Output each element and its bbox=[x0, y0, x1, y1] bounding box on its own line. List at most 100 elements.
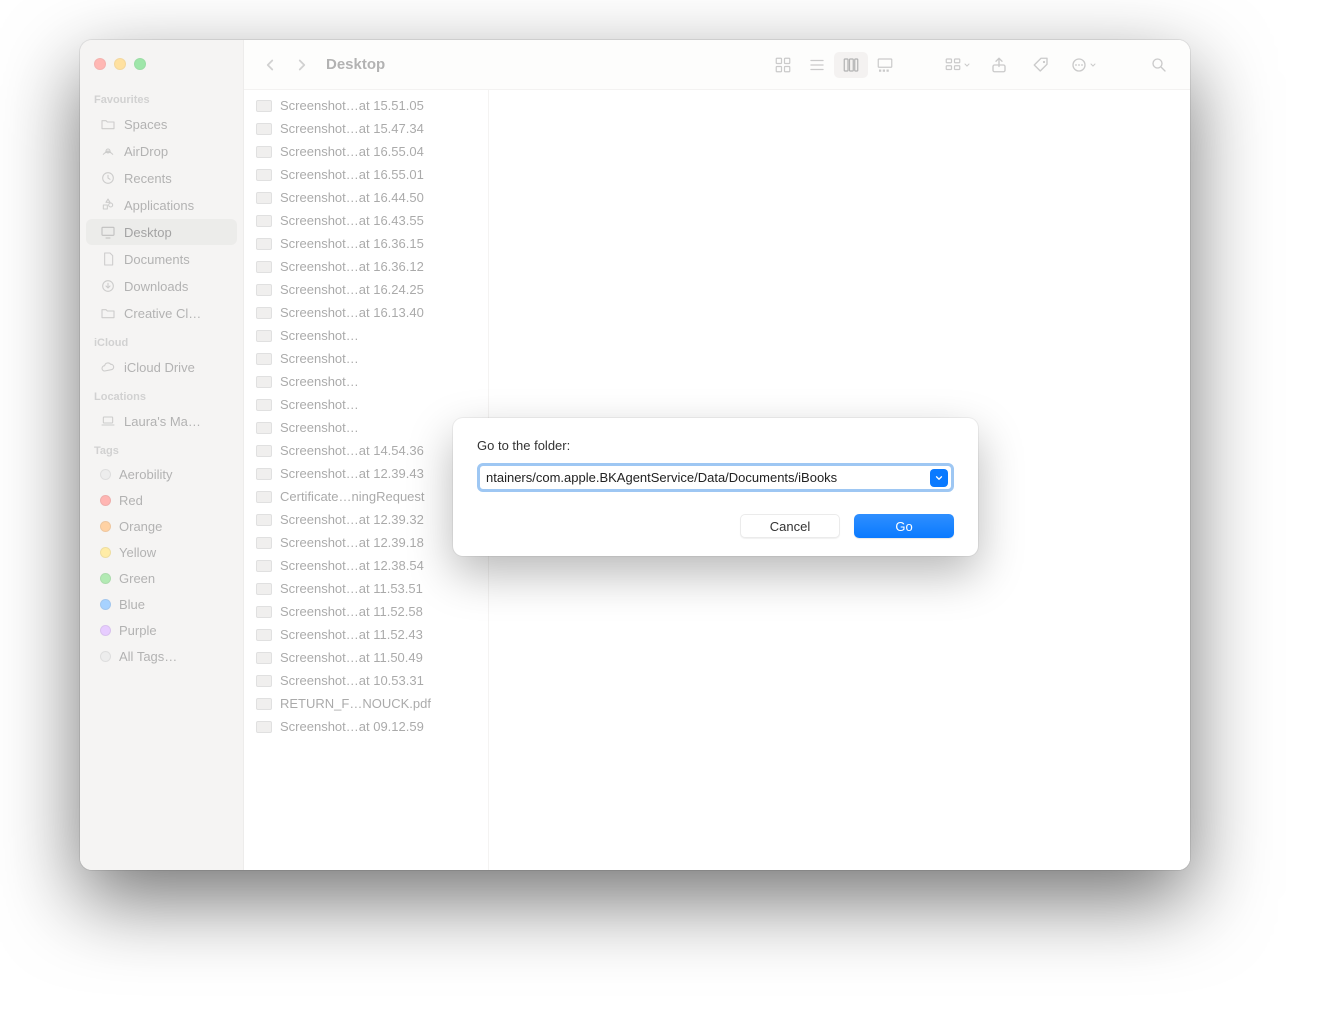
file-row[interactable]: Screenshot… bbox=[244, 416, 488, 439]
back-button[interactable] bbox=[258, 53, 282, 77]
file-row[interactable]: Screenshot…at 10.53.31 bbox=[244, 669, 488, 692]
sidebar-item[interactable]: Red bbox=[86, 488, 237, 513]
sidebar-item[interactable]: Orange bbox=[86, 514, 237, 539]
file-thumbnail-icon bbox=[256, 675, 272, 687]
share-button[interactable] bbox=[982, 52, 1016, 78]
sidebar-item[interactable]: Documents bbox=[86, 246, 237, 272]
file-name-label: Screenshot…at 11.50.49 bbox=[280, 650, 478, 665]
sidebar-item[interactable]: Spaces bbox=[86, 111, 237, 137]
tags-button[interactable] bbox=[1024, 52, 1058, 78]
sidebar-item-label: Yellow bbox=[119, 545, 156, 560]
file-thumbnail-icon bbox=[256, 399, 272, 411]
forward-button[interactable] bbox=[290, 53, 314, 77]
file-thumbnail-icon bbox=[256, 238, 272, 250]
file-name-label: Screenshot…at 16.36.12 bbox=[280, 259, 478, 274]
file-name-label: Certificate…ningRequest bbox=[280, 489, 478, 504]
sidebar-item[interactable]: iCloud Drive bbox=[86, 354, 237, 380]
file-row[interactable]: Screenshot… bbox=[244, 370, 488, 393]
sidebar-item-label: Recents bbox=[124, 171, 172, 186]
view-gallery-button[interactable] bbox=[868, 52, 902, 78]
sidebar-item-label: Spaces bbox=[124, 117, 167, 132]
file-thumbnail-icon bbox=[256, 537, 272, 549]
sidebar-item[interactable]: Green bbox=[86, 566, 237, 591]
tag-dot-icon bbox=[100, 495, 111, 506]
sidebar-item[interactable]: Purple bbox=[86, 618, 237, 643]
sidebar-item-label: Creative Cl… bbox=[124, 306, 201, 321]
file-row[interactable]: Screenshot…at 11.52.58 bbox=[244, 600, 488, 623]
sidebar-item[interactable]: Blue bbox=[86, 592, 237, 617]
view-icons-button[interactable] bbox=[766, 52, 800, 78]
file-row[interactable]: Certificate…ningRequest bbox=[244, 485, 488, 508]
file-row[interactable]: Screenshot…at 09.12.59 bbox=[244, 715, 488, 738]
doc-icon bbox=[100, 251, 116, 267]
zoom-button[interactable] bbox=[134, 58, 146, 70]
minimize-button[interactable] bbox=[114, 58, 126, 70]
file-row[interactable]: RETURN_F…NOUCK.pdf bbox=[244, 692, 488, 715]
file-row[interactable]: Screenshot…at 16.55.01 bbox=[244, 163, 488, 186]
sidebar-item[interactable]: Desktop bbox=[86, 219, 237, 245]
sidebar-item[interactable]: AirDrop bbox=[86, 138, 237, 164]
combobox-toggle-button[interactable] bbox=[930, 469, 948, 487]
sidebar-item[interactable]: Laura's Ma… bbox=[86, 408, 237, 434]
file-row[interactable]: Screenshot…at 14.54.36 bbox=[244, 439, 488, 462]
sidebar-item[interactable]: Applications bbox=[86, 192, 237, 218]
sidebar-item[interactable]: Creative Cl… bbox=[86, 300, 237, 326]
sidebar-item[interactable]: Aerobility bbox=[86, 462, 237, 487]
file-name-label: Screenshot… bbox=[280, 351, 478, 366]
file-row[interactable]: Screenshot…at 16.36.15 bbox=[244, 232, 488, 255]
file-row[interactable]: Screenshot…at 16.36.12 bbox=[244, 255, 488, 278]
sidebar-section-label: Tags bbox=[80, 435, 243, 461]
close-button[interactable] bbox=[94, 58, 106, 70]
file-thumbnail-icon bbox=[256, 284, 272, 296]
file-row[interactable]: Screenshot…at 16.55.04 bbox=[244, 140, 488, 163]
go-to-folder-dialog: Go to the folder: Cancel Go bbox=[453, 418, 978, 556]
folder-path-input[interactable] bbox=[480, 466, 928, 489]
file-row[interactable]: Screenshot…at 15.51.05 bbox=[244, 94, 488, 117]
download-icon bbox=[100, 278, 116, 294]
file-thumbnail-icon bbox=[256, 261, 272, 273]
file-row[interactable]: Screenshot…at 12.39.32 bbox=[244, 508, 488, 531]
file-row[interactable]: Screenshot…at 12.39.43 bbox=[244, 462, 488, 485]
file-row[interactable]: Screenshot…at 15.47.34 bbox=[244, 117, 488, 140]
file-name-label: Screenshot…at 09.12.59 bbox=[280, 719, 478, 734]
action-menu-button[interactable] bbox=[1066, 52, 1100, 78]
file-row[interactable]: Screenshot…at 16.24.25 bbox=[244, 278, 488, 301]
group-by-button[interactable] bbox=[940, 52, 974, 78]
view-columns-button[interactable] bbox=[834, 52, 868, 78]
file-row[interactable]: Screenshot…at 16.43.55 bbox=[244, 209, 488, 232]
file-thumbnail-icon bbox=[256, 192, 272, 204]
file-row[interactable]: Screenshot… bbox=[244, 347, 488, 370]
file-name-label: Screenshot…at 14.54.36 bbox=[280, 443, 478, 458]
file-row[interactable]: Screenshot…at 11.50.49 bbox=[244, 646, 488, 669]
file-row[interactable]: Screenshot…at 16.44.50 bbox=[244, 186, 488, 209]
file-row[interactable]: Screenshot…at 11.52.43 bbox=[244, 623, 488, 646]
window-controls bbox=[80, 52, 243, 84]
go-button[interactable]: Go bbox=[854, 514, 954, 538]
file-row[interactable]: Screenshot…at 12.39.18 bbox=[244, 531, 488, 554]
search-button[interactable] bbox=[1142, 52, 1176, 78]
window-title: Desktop bbox=[326, 56, 385, 73]
file-name-label: Screenshot…at 12.39.43 bbox=[280, 466, 478, 481]
file-name-label: Screenshot…at 16.24.25 bbox=[280, 282, 478, 297]
file-row[interactable]: Screenshot… bbox=[244, 393, 488, 416]
file-name-label: Screenshot…at 11.53.51 bbox=[280, 581, 478, 596]
file-name-label: Screenshot…at 16.43.55 bbox=[280, 213, 478, 228]
file-row[interactable]: Screenshot… bbox=[244, 324, 488, 347]
file-thumbnail-icon bbox=[256, 376, 272, 388]
sidebar-item-label: AirDrop bbox=[124, 144, 168, 159]
file-thumbnail-icon bbox=[256, 307, 272, 319]
file-row[interactable]: Screenshot…at 12.38.54 bbox=[244, 554, 488, 577]
sidebar: FavouritesSpacesAirDropRecentsApplicatio… bbox=[80, 40, 244, 870]
file-row[interactable]: Screenshot…at 11.53.51 bbox=[244, 577, 488, 600]
view-list-button[interactable] bbox=[800, 52, 834, 78]
sidebar-item[interactable]: Downloads bbox=[86, 273, 237, 299]
sidebar-item-label: Green bbox=[119, 571, 155, 586]
file-row[interactable]: Screenshot…at 16.13.40 bbox=[244, 301, 488, 324]
sidebar-item[interactable]: All Tags… bbox=[86, 644, 237, 669]
folder-path-combobox[interactable] bbox=[477, 463, 954, 492]
sidebar-item[interactable]: Recents bbox=[86, 165, 237, 191]
file-name-label: Screenshot… bbox=[280, 420, 478, 435]
sidebar-item[interactable]: Yellow bbox=[86, 540, 237, 565]
sidebar-item-label: All Tags… bbox=[119, 649, 177, 664]
cancel-button[interactable]: Cancel bbox=[740, 514, 840, 538]
